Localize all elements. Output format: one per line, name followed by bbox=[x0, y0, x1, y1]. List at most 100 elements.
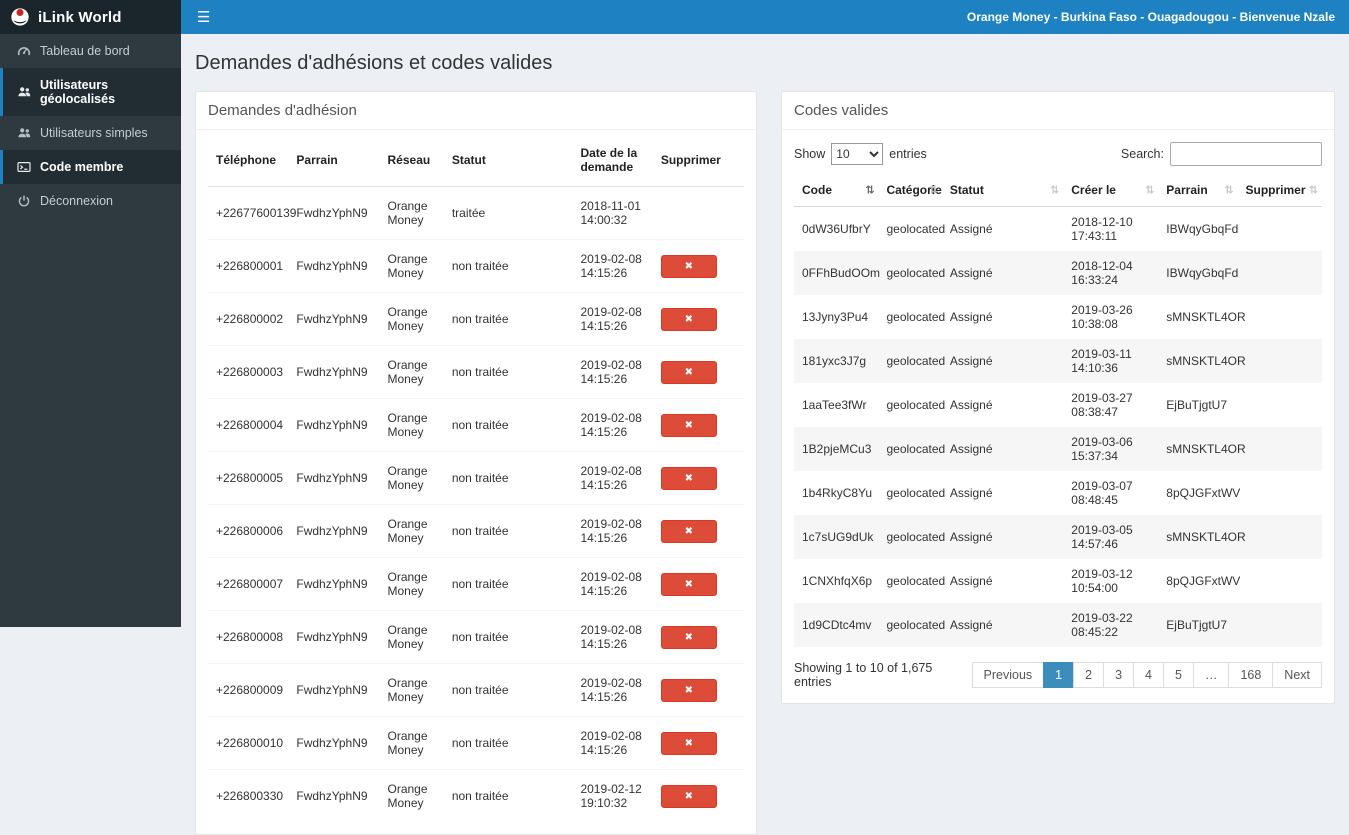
page-length-control: Show 10 entries bbox=[794, 143, 927, 165]
delete-x-icon: ✖ bbox=[685, 261, 693, 272]
delete-x-icon: ✖ bbox=[685, 367, 693, 378]
table-info: Showing 1 to 10 of 1,675 entries bbox=[794, 661, 973, 689]
delete-button[interactable]: ✖ bbox=[661, 785, 717, 808]
page-button[interactable]: 3 bbox=[1103, 662, 1134, 688]
delete-button[interactable]: ✖ bbox=[661, 626, 717, 649]
user-name: Nzale bbox=[1304, 10, 1335, 24]
codes-header-row: Code ⇅ Catégorie ⇅ Statut ⇅ bbox=[794, 174, 1322, 207]
delete-x-icon: ✖ bbox=[685, 314, 693, 325]
cell-telephone: +226800008 bbox=[208, 611, 288, 664]
cell-date: 2019-02-08 14:15:26 bbox=[572, 452, 652, 505]
entries-label: entries bbox=[889, 147, 927, 161]
page-button[interactable]: 2 bbox=[1073, 662, 1104, 688]
cell-cree-le: 2019-03-22 08:45:22 bbox=[1063, 603, 1158, 647]
cell-statut: Assigné bbox=[942, 603, 1063, 647]
cell-supprimer bbox=[1237, 603, 1322, 647]
page-button[interactable]: 1 bbox=[1043, 662, 1074, 688]
cell-parrain: sMNSKTL4OR bbox=[1158, 295, 1237, 339]
main-content: Demandes d'adhésions et codes valides De… bbox=[181, 0, 1349, 835]
cell-statut: non traitée bbox=[444, 505, 573, 558]
table-row: 1aaTee3fWr geolocated Assigné 2019-03-27… bbox=[794, 383, 1322, 427]
sortable-column-header[interactable]: Catégorie ⇅ bbox=[878, 174, 941, 207]
app-logo bbox=[10, 7, 30, 27]
cell-parrain: 8pQJGFxtWV bbox=[1158, 471, 1237, 515]
page-button[interactable]: 5 bbox=[1163, 662, 1194, 688]
cell-reseau: Orange Money bbox=[380, 293, 444, 346]
cell-categorie: geolocated bbox=[878, 383, 941, 427]
search-label: Search: bbox=[1121, 147, 1164, 161]
cell-supprimer bbox=[1237, 207, 1322, 252]
topbar: iLink World ☰ Orange Money - Burkina Fas… bbox=[0, 0, 1349, 34]
delete-x-icon: ✖ bbox=[685, 685, 693, 696]
delete-button[interactable]: ✖ bbox=[661, 361, 717, 384]
cell-supprimer: ✖ bbox=[653, 346, 744, 399]
delete-button[interactable]: ✖ bbox=[661, 467, 717, 490]
cell-parrain: FwdhzYphN9 bbox=[288, 293, 379, 346]
cell-categorie: geolocated bbox=[878, 603, 941, 647]
column-header: Téléphone bbox=[208, 134, 288, 187]
sidebar-item-utilisateurs-geolocalises[interactable]: Utilisateurs géolocalisés bbox=[0, 68, 181, 116]
search-control: Search: bbox=[1121, 142, 1322, 166]
delete-button[interactable]: ✖ bbox=[661, 414, 717, 437]
page-button[interactable]: Next bbox=[1272, 662, 1322, 688]
sortable-column-header[interactable]: Créer le ⇅ bbox=[1063, 174, 1158, 207]
cell-supprimer bbox=[1237, 251, 1322, 295]
sidebar-item-utilisateurs-simples[interactable]: Utilisateurs simples bbox=[0, 116, 181, 150]
table-row: 1b4RkyC8Yu geolocated Assigné 2019-03-07… bbox=[794, 471, 1322, 515]
cell-code: 1B2pjeMCu3 bbox=[794, 427, 878, 471]
table-row: +226800005 FwdhzYphN9 Orange Money non t… bbox=[208, 452, 744, 505]
page-button[interactable]: 4 bbox=[1133, 662, 1164, 688]
sortable-column-header[interactable]: Supprimer ⇅ bbox=[1237, 174, 1322, 207]
cell-supprimer: ✖ bbox=[653, 187, 744, 240]
codes-panel: Codes valides Show 10 entries Search: bbox=[781, 91, 1335, 704]
sort-icon: ⇅ bbox=[865, 184, 874, 197]
delete-button[interactable]: ✖ bbox=[661, 308, 717, 331]
table-row: +226800006 FwdhzYphN9 Orange Money non t… bbox=[208, 505, 744, 558]
users-icon bbox=[17, 126, 31, 140]
search-input[interactable] bbox=[1170, 142, 1322, 166]
show-label: Show bbox=[794, 147, 825, 161]
column-header: Parrain bbox=[288, 134, 379, 187]
table-row: +226800003 FwdhzYphN9 Orange Money non t… bbox=[208, 346, 744, 399]
cell-parrain: FwdhzYphN9 bbox=[288, 717, 379, 770]
cell-categorie: geolocated bbox=[878, 427, 941, 471]
page-button[interactable]: 168 bbox=[1228, 662, 1273, 688]
column-header: Statut bbox=[444, 134, 573, 187]
cell-reseau: Orange Money bbox=[380, 664, 444, 717]
cell-date: 2019-02-08 14:15:26 bbox=[572, 505, 652, 558]
sidebar-item-tableau-de-bord[interactable]: Tableau de bord bbox=[0, 34, 181, 68]
brand-title: iLink World bbox=[38, 9, 122, 26]
delete-button[interactable]: ✖ bbox=[661, 255, 717, 278]
delete-button[interactable]: ✖ bbox=[661, 679, 717, 702]
cell-supprimer: ✖ bbox=[653, 399, 744, 452]
cell-parrain: FwdhzYphN9 bbox=[288, 611, 379, 664]
cell-supprimer: ✖ bbox=[653, 717, 744, 770]
user-greeting: Orange Money - Burkina Faso - Ouagadougo… bbox=[967, 10, 1349, 24]
sortable-column-header[interactable]: Parrain ⇅ bbox=[1158, 174, 1237, 207]
cell-categorie: geolocated bbox=[878, 295, 941, 339]
column-header: Date de la demande bbox=[572, 134, 652, 187]
page-length-select[interactable]: 10 bbox=[831, 143, 883, 165]
delete-x-icon: ✖ bbox=[685, 473, 693, 484]
adhesions-table: TéléphoneParrainRéseauStatutDate de la d… bbox=[208, 134, 744, 822]
sidebar-item-label: Code membre bbox=[40, 160, 123, 174]
sortable-column-header[interactable]: Statut ⇅ bbox=[942, 174, 1063, 207]
page-button[interactable]: … bbox=[1193, 662, 1230, 688]
page-button[interactable]: Previous bbox=[972, 662, 1045, 688]
sidebar-item-deconnexion[interactable]: Déconnexion bbox=[0, 184, 181, 218]
sort-icon: ⇅ bbox=[1309, 184, 1318, 197]
cell-reseau: Orange Money bbox=[380, 399, 444, 452]
sort-icon: ⇅ bbox=[1050, 184, 1059, 197]
cell-parrain: FwdhzYphN9 bbox=[288, 346, 379, 399]
hamburger-menu-icon[interactable]: ☰ bbox=[181, 0, 226, 34]
cell-parrain: 8pQJGFxtWV bbox=[1158, 559, 1237, 603]
sidebar-item-code-membre[interactable]: Code membre bbox=[0, 150, 181, 184]
delete-button[interactable]: ✖ bbox=[661, 520, 717, 543]
delete-button[interactable]: ✖ bbox=[661, 573, 717, 596]
brand[interactable]: iLink World bbox=[0, 0, 181, 34]
sort-icon: ⇅ bbox=[1145, 184, 1154, 197]
cell-code: 1aaTee3fWr bbox=[794, 383, 878, 427]
delete-button[interactable]: ✖ bbox=[661, 732, 717, 755]
sortable-column-header[interactable]: Code ⇅ bbox=[794, 174, 878, 207]
users-icon bbox=[17, 85, 31, 99]
